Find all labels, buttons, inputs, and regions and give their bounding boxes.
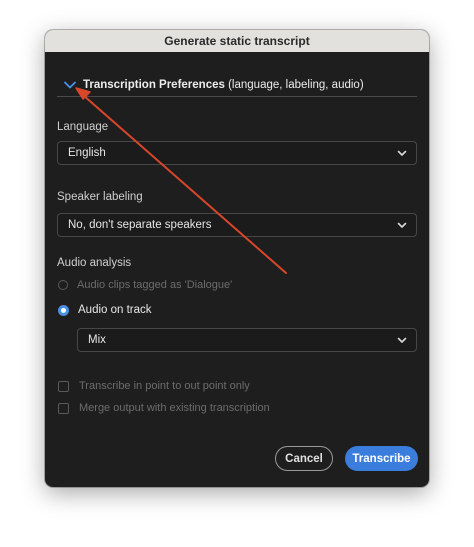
chevron-down-icon [397,222,407,228]
transcribe-button[interactable]: Transcribe [345,446,418,471]
cancel-button[interactable]: Cancel [275,446,333,471]
speaker-labeling-value: No, don't separate speakers [68,219,212,231]
section-title-detail: (language, labeling, audio) [224,79,364,91]
chevron-down-icon [397,150,407,156]
speaker-labeling-select[interactable]: No, don't separate speakers [57,213,417,237]
section-title: Transcription Preferences (language, lab… [83,79,364,91]
radio-track-label: Audio on track [78,304,152,316]
radio-audio-on-track[interactable]: Audio on track [58,304,152,316]
audio-track-select[interactable]: Mix [77,328,417,352]
speaker-labeling-label: Speaker labeling [57,191,143,203]
section-title-bold: Transcription Preferences [83,79,225,91]
radio-button [58,280,68,290]
dialog-title: Generate static transcript [45,30,429,52]
radio-button-selected [58,304,69,316]
language-label: Language [57,121,109,133]
screenshot-stage: Generate static transcript Transcription… [0,0,474,547]
checkbox [58,402,69,414]
radio-dialogue-clips[interactable]: Audio clips tagged as 'Dialogue' [58,279,232,291]
checkbox-in-out-point[interactable]: Transcribe in point to out point only [58,380,250,392]
checkbox-in-out-label: Transcribe in point to out point only [79,380,250,392]
generate-transcript-dialog: Generate static transcript Transcription… [45,30,429,487]
transcription-preferences-toggle[interactable]: Transcription Preferences (language, lab… [57,74,417,97]
chevron-down-icon [397,337,407,343]
language-select[interactable]: English [57,141,417,165]
checkbox-merge-output[interactable]: Merge output with existing transcription [58,402,270,414]
language-value: English [68,147,106,159]
audio-track-value: Mix [88,334,106,346]
chevron-down-icon [64,81,76,89]
checkbox [58,380,69,392]
audio-analysis-label: Audio analysis [57,257,132,269]
checkbox-merge-label: Merge output with existing transcription [79,402,270,414]
radio-dialogue-label: Audio clips tagged as 'Dialogue' [77,279,233,291]
